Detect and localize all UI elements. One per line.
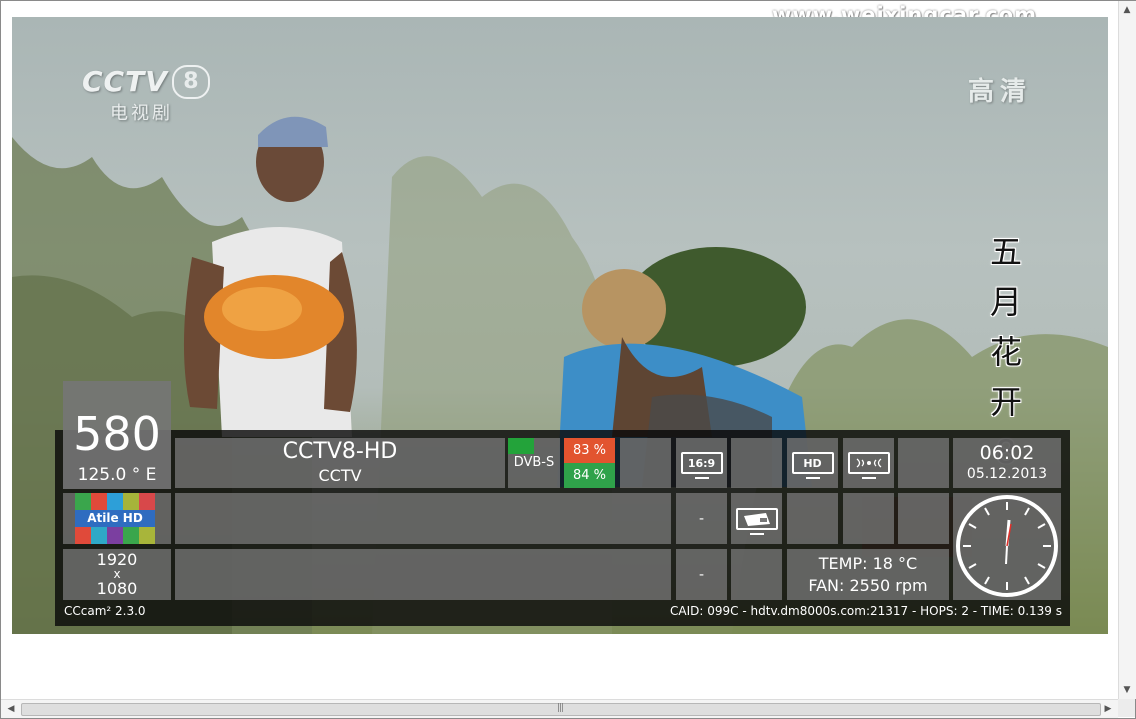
scroll-down-icon[interactable]: ▼ <box>1121 684 1133 696</box>
temperature: TEMP: 18 °C <box>818 553 918 573</box>
tuner-type-cell: DVB-S <box>508 438 560 488</box>
title-char: 花 <box>989 333 1022 371</box>
epg-next-cell <box>175 549 671 600</box>
signal-cell: 83 % 84 % <box>564 438 615 488</box>
tv-teletext-icon <box>735 507 778 535</box>
channel-logo-subtitle: 电视剧 <box>110 103 173 124</box>
empty-cell <box>898 493 949 544</box>
resolution-height: 1080 <box>96 579 138 598</box>
signal-waves-icon <box>856 458 881 468</box>
clock-date: 05.12.2013 <box>966 466 1048 482</box>
datetime-cell: 06:02 05.12.2013 <box>953 438 1061 488</box>
signal-icon-cell <box>843 438 894 488</box>
scroll-left-icon[interactable]: ◀ <box>5 703 17 715</box>
skin-label: Atile HD <box>87 511 143 525</box>
empty-cell <box>898 438 949 488</box>
tuner-indicator <box>508 438 534 454</box>
channel-logo: CCTV 8 电视剧 <box>82 65 210 125</box>
scroll-right-icon[interactable]: ▶ <box>1102 703 1114 715</box>
skin-logo-cell: Atile HD <box>63 493 171 544</box>
system-status-cell: TEMP: 18 °C FAN: 2550 rpm <box>787 549 949 600</box>
tuner-type: DVB-S <box>513 455 555 470</box>
teletext-screen-icon <box>743 512 770 526</box>
provider-name: CCTV <box>318 466 362 485</box>
horizontal-scrollbar[interactable]: ◀ ||| ▶ <box>1 699 1118 718</box>
softcam-label: CCcam² 2.3.0 <box>64 604 146 618</box>
tv-16-9-icon: 16:9 <box>680 452 723 479</box>
title-char: 五 <box>989 233 1022 271</box>
scrollbar-corner <box>1118 699 1135 717</box>
dash-cell: - <box>676 493 727 544</box>
hd-cell: HD <box>787 438 838 488</box>
vertical-scrollbar[interactable]: ▲ ▼ <box>1118 1 1136 699</box>
channel-logo-number: 8 <box>171 65 210 99</box>
snr-value: 83 % <box>564 438 615 463</box>
hd-mark: 高清 <box>968 77 1033 107</box>
scroll-up-icon[interactable]: ▲ <box>1121 4 1133 16</box>
analog-clock-icon <box>956 495 1058 597</box>
agc-value: 84 % <box>564 463 615 488</box>
empty-cell <box>731 549 782 600</box>
dash-value: - <box>698 566 705 583</box>
resolution-width: 1920 <box>96 550 138 569</box>
channel-number-block: 580 125.0 ° E <box>63 381 171 489</box>
channel-number: 580 <box>73 407 161 461</box>
teletext-cell <box>731 493 782 544</box>
empty-cell <box>620 438 671 488</box>
ecm-info: CAID: 099C - hdtv.dm8000s.com:21317 - HO… <box>670 604 1062 618</box>
horizontal-scroll-thumb[interactable]: ||| <box>21 703 1101 716</box>
dash-cell: - <box>676 549 727 600</box>
tv-signal-icon <box>847 452 890 479</box>
dash-value: - <box>698 510 705 527</box>
clock-time: 06:02 <box>979 442 1035 464</box>
scroll-grip-icon: ||| <box>557 703 564 713</box>
empty-cell <box>731 438 782 488</box>
resolution-cell: 1920 x 1080 <box>63 549 171 600</box>
fan-speed: FAN: 2550 rpm <box>808 575 928 595</box>
title-char: 开 <box>989 383 1022 421</box>
empty-cell <box>843 493 894 544</box>
tv-hd-icon: HD <box>791 452 834 479</box>
aspect-cell: 16:9 <box>676 438 727 488</box>
service-name: CCTV8-HD <box>282 439 398 464</box>
orbital-position: 125.0 ° E <box>77 465 157 485</box>
channel-brand: CCTV <box>82 65 168 98</box>
empty-cell <box>787 493 838 544</box>
title-char: 月 <box>989 283 1022 321</box>
service-info: CCTV8-HD CCTV <box>175 438 505 488</box>
epg-now-cell <box>175 493 671 544</box>
